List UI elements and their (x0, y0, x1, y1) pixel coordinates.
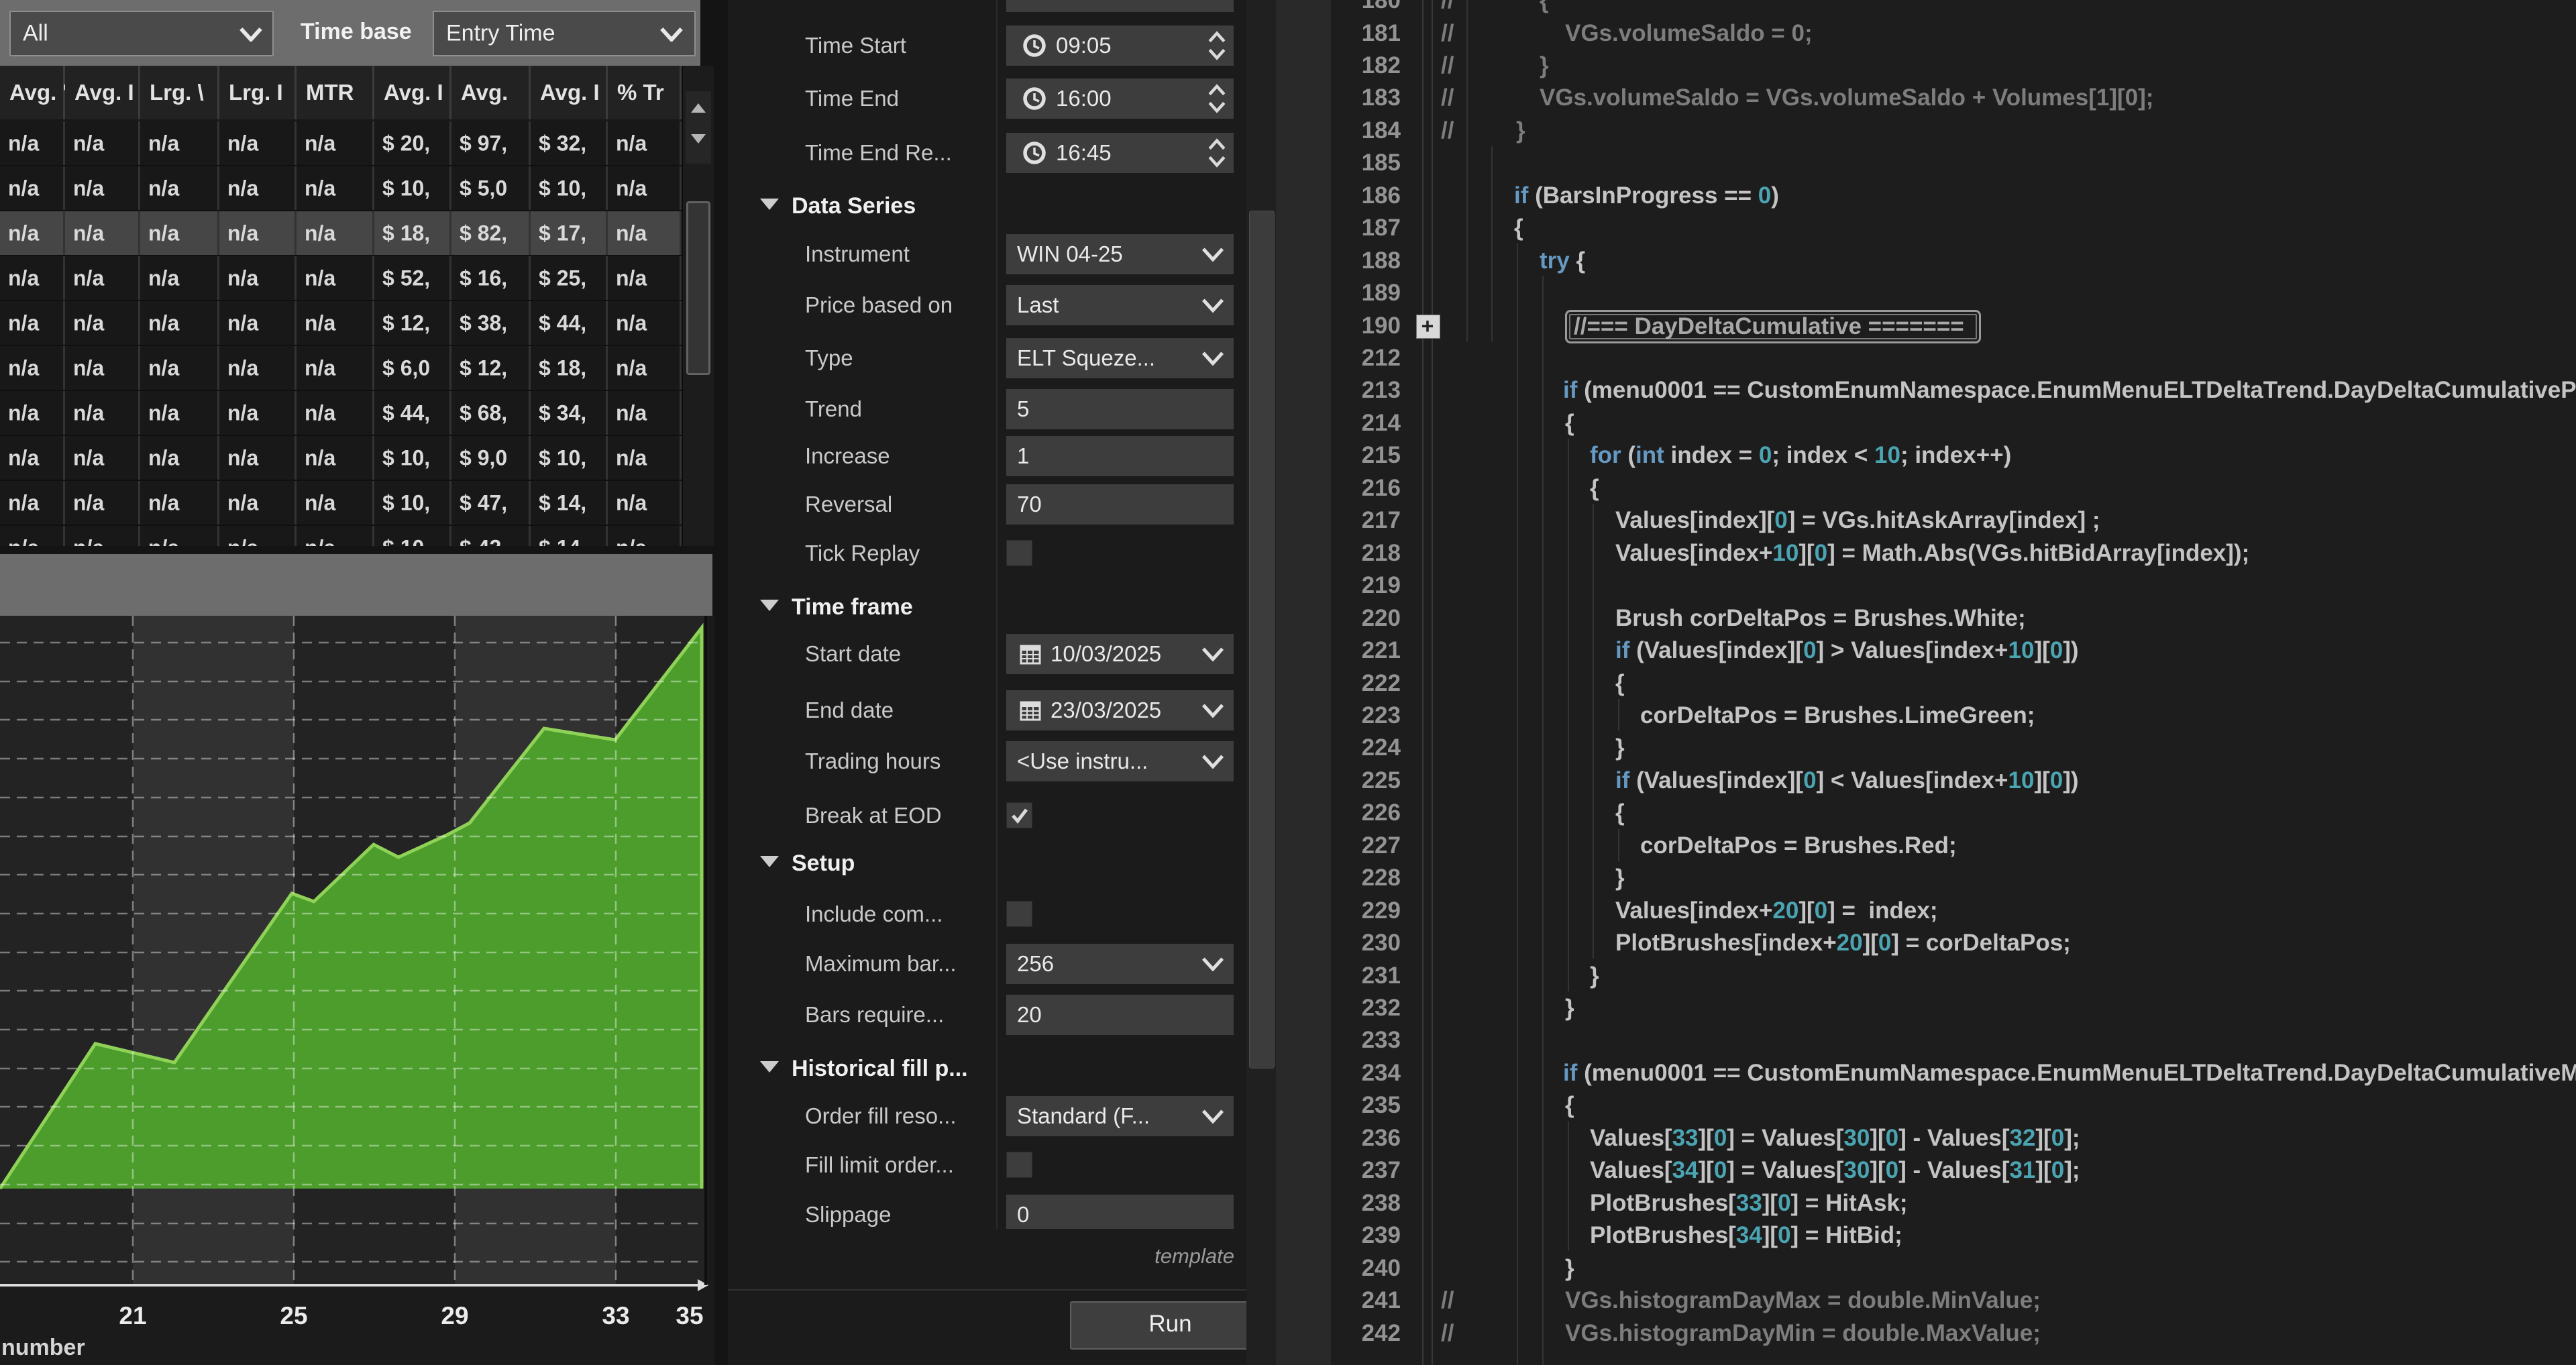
svg-text:21: 21 (119, 1302, 146, 1329)
svg-text:25: 25 (280, 1302, 307, 1329)
svg-text:35: 35 (676, 1302, 703, 1329)
svg-text:number: number (1, 1335, 85, 1360)
svg-text:33: 33 (602, 1302, 629, 1329)
svg-text:29: 29 (441, 1302, 468, 1329)
